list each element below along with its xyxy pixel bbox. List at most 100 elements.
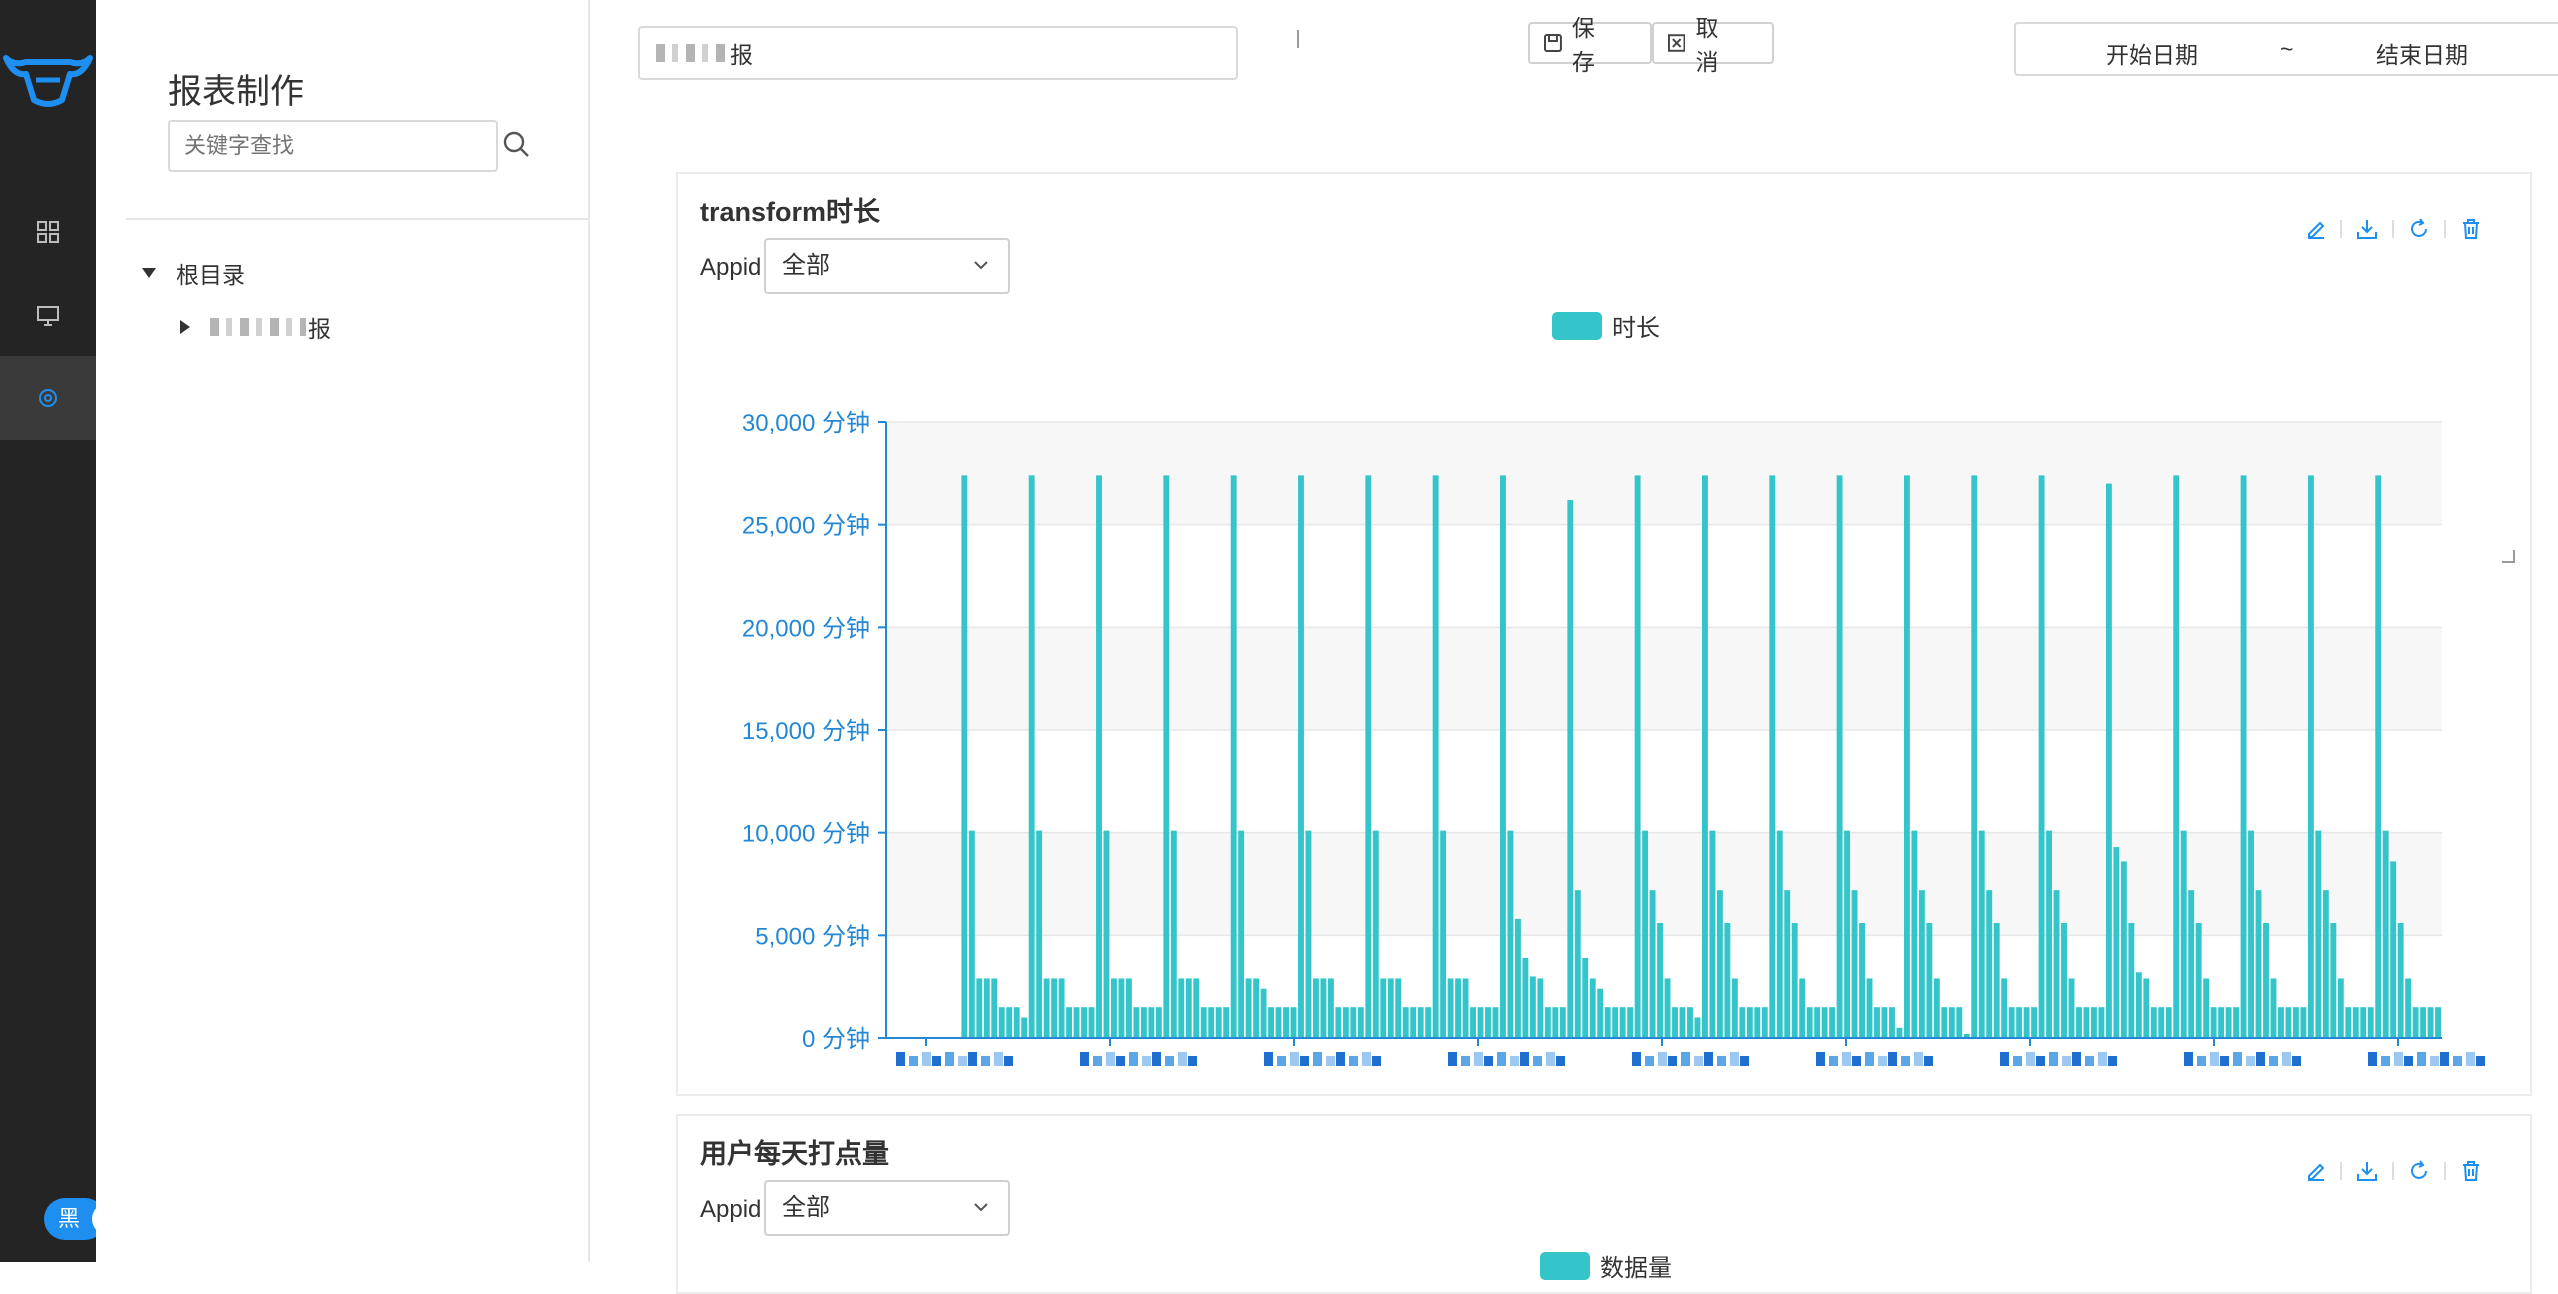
x-axis-tick-label-redacted xyxy=(1080,1052,1089,1066)
x-axis-tick-label-redacted xyxy=(1842,1052,1851,1066)
bar xyxy=(2180,830,2187,1038)
bar xyxy=(1993,923,2000,1038)
bar xyxy=(1776,830,1783,1038)
grid-icon xyxy=(37,221,59,243)
x-axis-tick-label-redacted xyxy=(1290,1052,1299,1066)
refresh-icon[interactable] xyxy=(2408,1160,2430,1182)
x-axis-tick-label-redacted xyxy=(2062,1056,2071,1066)
resize-handle-icon[interactable] xyxy=(2500,548,2516,564)
bar xyxy=(1537,978,1544,1038)
bar xyxy=(1492,1007,1499,1038)
bar xyxy=(1761,1007,1768,1038)
x-axis-tick-label-redacted xyxy=(2036,1056,2045,1066)
bar xyxy=(1986,890,1993,1038)
rail-item-screen[interactable] xyxy=(0,274,96,358)
appid-select[interactable]: 全部 xyxy=(764,1180,1010,1236)
bar xyxy=(1395,978,1402,1038)
x-axis-tick-label-redacted xyxy=(1740,1056,1749,1066)
bar xyxy=(961,475,968,1038)
bar xyxy=(2240,475,2247,1038)
x-axis-tick-label-redacted xyxy=(1188,1056,1197,1066)
tree-node-child[interactable]: 报 xyxy=(180,310,331,344)
x-axis-tick-label-redacted xyxy=(922,1052,931,1066)
bar xyxy=(1013,1007,1020,1038)
x-axis-tick-label-redacted xyxy=(1520,1052,1529,1066)
toolbar-divider xyxy=(1297,30,1299,48)
bar xyxy=(1170,830,1177,1038)
x-axis-tick-label-redacted xyxy=(981,1056,990,1066)
x-axis-tick-label-redacted xyxy=(2197,1056,2206,1066)
bar xyxy=(2023,1007,2030,1038)
bar xyxy=(2263,923,2269,1038)
bar xyxy=(2068,978,2075,1038)
bar xyxy=(2233,1007,2240,1038)
bar xyxy=(1619,1007,1626,1038)
bar xyxy=(1896,1027,1903,1038)
x-axis-tick-label-redacted xyxy=(1914,1052,1923,1066)
bar xyxy=(2322,890,2329,1038)
date-range-picker[interactable]: 开始日期 ~ 结束日期 xyxy=(2014,22,2558,76)
bar xyxy=(1387,978,1394,1038)
x-axis-tick-label-redacted xyxy=(1461,1056,1470,1066)
rail-item-settings[interactable] xyxy=(0,356,96,440)
end-date-input[interactable]: 结束日期 xyxy=(2376,36,2468,70)
download-icon[interactable] xyxy=(2356,1160,2378,1182)
x-axis-tick-label-redacted xyxy=(2256,1052,2265,1066)
search-icon[interactable] xyxy=(502,130,530,163)
bar xyxy=(1477,1007,1484,1038)
grid-band xyxy=(886,730,2442,833)
x-axis-tick-label-redacted xyxy=(2049,1052,2058,1066)
bar xyxy=(1365,475,1372,1038)
tree-node-root[interactable]: 根目录 xyxy=(142,256,245,290)
card-toolbar xyxy=(2306,1160,2482,1182)
x-axis-tick-label-redacted xyxy=(1829,1056,1838,1066)
x-axis-tick-label-redacted xyxy=(1313,1052,1322,1066)
caret-right-icon[interactable] xyxy=(180,320,190,334)
chart-legend[interactable]: 数据量 xyxy=(1540,1248,1672,1283)
edit-icon[interactable] xyxy=(2306,1161,2326,1181)
bar xyxy=(1118,978,1125,1038)
report-name-input[interactable]: 报 xyxy=(638,26,1238,80)
x-axis-tick-label-redacted xyxy=(1533,1056,1542,1066)
bar xyxy=(1073,1007,1080,1038)
caret-down-icon[interactable] xyxy=(142,268,156,278)
search-input[interactable] xyxy=(168,120,498,172)
x-axis-tick-label-redacted xyxy=(2476,1056,2485,1066)
rail-item-dashboard[interactable] xyxy=(0,190,96,274)
bar xyxy=(1313,978,1319,1038)
delete-icon[interactable] xyxy=(2460,1160,2482,1182)
bar xyxy=(1933,978,1940,1038)
x-axis-tick-label-redacted xyxy=(1484,1056,1493,1066)
bar xyxy=(1215,1007,1222,1038)
x-axis-tick-label-redacted xyxy=(1865,1052,1874,1066)
x-axis-tick-label-redacted xyxy=(1852,1056,1861,1066)
bar xyxy=(1043,978,1050,1038)
bar xyxy=(1200,1007,1207,1038)
bull-logo-icon[interactable] xyxy=(0,0,96,188)
bar xyxy=(1709,830,1716,1038)
legend-label: 数据量 xyxy=(1600,1255,1672,1282)
bar xyxy=(1739,1007,1746,1038)
duration-bar-chart: 0 分钟 5,000 分钟 10,000 分钟 15,000 分钟 20,000 分钟 2… xyxy=(742,410,2485,1066)
bar xyxy=(1836,475,1843,1038)
x-axis-tick-label-redacted xyxy=(1645,1056,1654,1066)
save-button[interactable]: 保 存 xyxy=(1528,15,1652,75)
bar xyxy=(983,978,990,1038)
cancel-button[interactable]: 取 消 xyxy=(1652,15,1774,75)
start-date-input[interactable]: 开始日期 xyxy=(2106,36,2198,70)
bar xyxy=(1634,475,1641,1038)
x-axis-tick-label-redacted xyxy=(1362,1052,1371,1066)
x-axis-tick-label-redacted xyxy=(2269,1056,2278,1066)
bar xyxy=(2031,1007,2038,1038)
bar xyxy=(2345,1007,2352,1038)
bar xyxy=(2008,1007,2015,1038)
bar xyxy=(2218,1007,2225,1038)
x-axis-tick-label-redacted xyxy=(1349,1056,1358,1066)
bar xyxy=(1298,475,1304,1038)
bar xyxy=(1081,1007,1087,1038)
bar xyxy=(2278,1007,2284,1038)
bar xyxy=(1178,978,1185,1038)
bar xyxy=(2352,1007,2359,1038)
bar xyxy=(1724,923,1731,1038)
bar xyxy=(1746,1007,1753,1038)
